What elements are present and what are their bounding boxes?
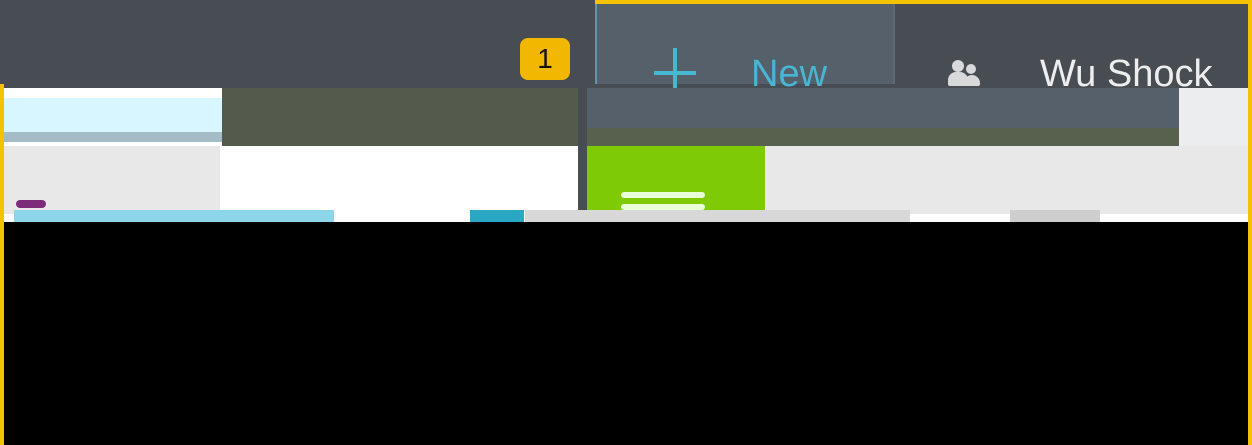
right-mid-toolbar-fragment: [587, 128, 1179, 146]
users-icon[interactable]: [948, 60, 988, 90]
black-content-area: [4, 222, 1248, 445]
users-icon-head-primary: [952, 60, 964, 72]
new-button-section[interactable]: [595, 4, 893, 84]
users-icon-head-secondary: [966, 64, 976, 74]
right-dark-toolbar-fragment: [587, 88, 1179, 128]
thin-strip-c: [525, 210, 910, 222]
users-icon-body-secondary: [964, 75, 980, 86]
thin-strip-a: [14, 210, 334, 222]
purple-accent: [16, 200, 46, 208]
top-bar-left-section: [0, 0, 595, 84]
left-highlight-strip: [4, 98, 222, 132]
left-highlight-bottom: [4, 132, 222, 142]
thin-strip-b: [470, 210, 524, 222]
right-panel: [765, 146, 1248, 214]
notification-badge[interactable]: 1: [520, 38, 570, 80]
left-dark-toolbar-fragment: [222, 88, 578, 146]
center-divider: [578, 88, 587, 214]
far-right-light-fragment: [1179, 88, 1248, 146]
thin-strip-d: [1010, 210, 1100, 222]
white-panel: [220, 146, 578, 214]
